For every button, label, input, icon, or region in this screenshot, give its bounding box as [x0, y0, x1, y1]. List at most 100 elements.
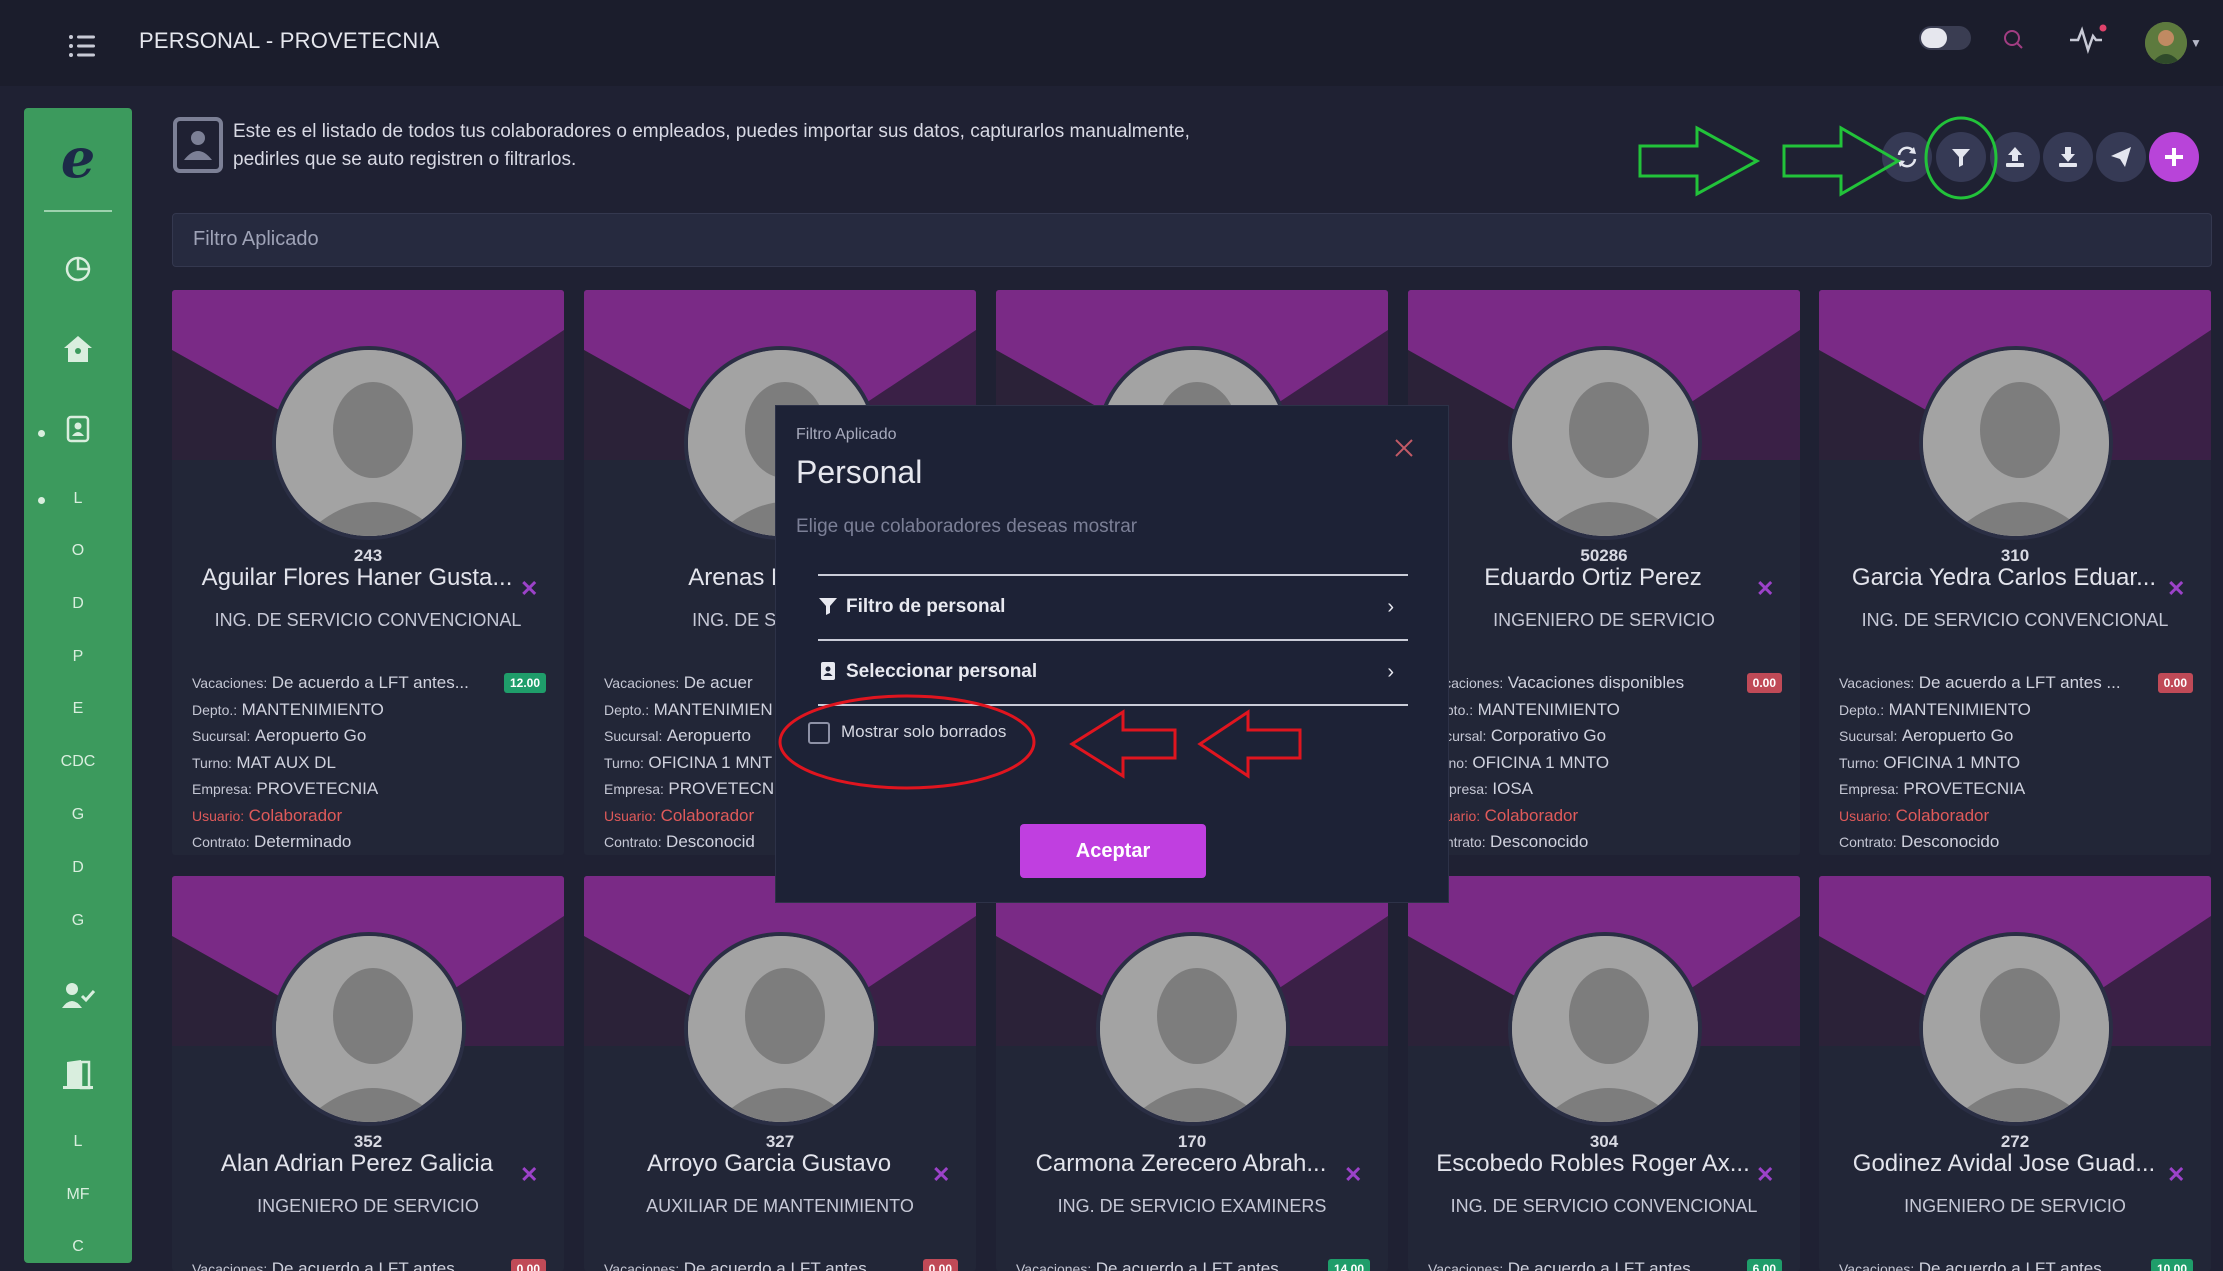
filter-button[interactable]	[1936, 132, 1986, 182]
detail-label: Contrato:	[192, 834, 250, 850]
employee-id: 272	[2000, 1132, 2030, 1151]
send-invite-button[interactable]	[2096, 132, 2146, 182]
modal-title: Personal	[796, 454, 923, 490]
close-icon[interactable]	[1392, 436, 1416, 460]
delete-x-icon[interactable]: ✕	[520, 576, 538, 602]
detail-label: Vacaciones:	[192, 1261, 268, 1271]
top-bar: PERSONAL - PROVETECNIA ▼	[0, 0, 2223, 86]
employee-role: ING. DE SERVICIO CONVENCIONAL	[1450, 1196, 1758, 1216]
show-deleted-checkbox[interactable]	[808, 722, 830, 744]
employee-details: Vacaciones: Vacaciones disponibles Depto.…	[1428, 670, 1780, 855]
detail-value: De acuerdo a LFT antes...	[271, 673, 469, 692]
user-avatar[interactable]	[2145, 22, 2187, 64]
employee-name[interactable]: Arroyo Garcia Gustavo	[604, 1150, 934, 1178]
employee-card[interactable]: 352 Alan Adrian Perez Galicia ✕ INGENIERO D…	[172, 876, 564, 1271]
modal-divider	[818, 574, 1408, 576]
detail-contrato: Contrato: Determinado	[192, 829, 544, 855]
sidebar-item-l2[interactable]: L	[24, 1133, 132, 1151]
search-icon[interactable]	[2000, 26, 2028, 54]
refresh-icon	[1897, 146, 1917, 168]
green-arrow-icon	[1638, 125, 1761, 197]
employee-name[interactable]: Garcia Yedra Carlos Eduar...	[1839, 564, 2169, 592]
description-line-2: pedirles que se auto registren o filtrar…	[233, 149, 577, 170]
employee-card[interactable]: 50286 Eduardo Ortiz Perez ✕ INGENIERO DE SE…	[1408, 290, 1800, 855]
detail-label: Vacaciones:	[1016, 1261, 1092, 1271]
employee-card[interactable]: 304 Escobedo Robles Roger Ax... ✕ ING. DE S…	[1408, 876, 1800, 1271]
accept-button[interactable]: Aceptar	[1020, 824, 1206, 878]
sidebar-item-g[interactable]: G	[24, 806, 132, 824]
applied-filter-bar[interactable]: Filtro Aplicado	[172, 213, 2212, 267]
green-arrow-icon	[1782, 125, 1901, 197]
detail-value: PROVETECNI	[668, 779, 779, 798]
menu-list-icon[interactable]	[62, 28, 102, 64]
employee-photo	[1508, 346, 1702, 540]
employee-name[interactable]: Aguilar Flores Haner Gusta...	[192, 564, 522, 592]
sidebar-item-mf[interactable]: MF	[24, 1186, 132, 1204]
sidebar-item-home[interactable]	[24, 334, 132, 369]
detail-label: Vacaciones:	[192, 675, 268, 691]
employee-card[interactable]: 170 Carmona Zerecero Abrah... ✕ ING. DE SER…	[996, 876, 1388, 1271]
detail-value: De acuerdo a LFT antes	[1507, 1259, 1691, 1271]
sidebar-item-l[interactable]: L	[24, 490, 132, 508]
sidebar-item-c[interactable]: C	[24, 1238, 132, 1256]
employee-role: ING. DE SERVICIO CONVENCIONAL	[214, 610, 522, 630]
theme-toggle[interactable]	[1919, 26, 1971, 50]
sidebar-item-user-check[interactable]	[24, 980, 132, 1015]
add-employee-button[interactable]	[2149, 132, 2199, 182]
detail-value: Corporativo Go	[1490, 726, 1607, 745]
employee-card[interactable]: 327 Arroyo Garcia Gustavo ✕ AUXILIAR DE MAN…	[584, 876, 976, 1271]
sidebar-item-d2[interactable]: D	[24, 859, 132, 877]
description-line-1: Este es el listado de todos tus colabora…	[233, 121, 1190, 142]
sidebar-item-g2[interactable]: G	[24, 912, 132, 930]
delete-x-icon[interactable]: ✕	[2167, 1162, 2185, 1188]
sidebar-item-contacts[interactable]	[24, 414, 132, 449]
sidebar-item-d[interactable]: D	[24, 595, 132, 613]
select-personnel-option[interactable]: Seleccionar personal ›	[818, 643, 1408, 703]
upload-icon	[2006, 147, 2024, 167]
detail-value: De acuerdo a LFT antes ...	[1918, 673, 2121, 692]
detail-value: MANTENIMIENTO	[1888, 699, 2031, 719]
employee-name[interactable]: Carmona Zerecero Abrah...	[1016, 1150, 1346, 1178]
delete-x-icon[interactable]: ✕	[2167, 576, 2185, 602]
vacation-balance-badge: 0.00	[922, 1259, 958, 1271]
detail-label: Vacaciones:	[604, 675, 680, 691]
detail-label: Turno:	[192, 754, 232, 771]
show-deleted-label: Mostrar solo borrados	[841, 722, 1007, 741]
detail-vacaciones: Vacaciones: De acuerdo a LFT antes	[604, 1256, 956, 1271]
activity-icon[interactable]	[2068, 22, 2108, 56]
download-button[interactable]	[2043, 132, 2093, 182]
chevron-down-icon[interactable]: ▼	[2190, 36, 2202, 50]
employee-card[interactable]: 310 Garcia Yedra Carlos Eduar... ✕ ING. DE …	[1819, 290, 2211, 855]
upload-button[interactable]	[1990, 132, 2040, 182]
delete-x-icon[interactable]: ✕	[520, 1162, 538, 1188]
employee-id: 170	[1177, 1132, 1207, 1151]
employee-name[interactable]: Alan Adrian Perez Galicia	[192, 1150, 522, 1178]
filter-icon	[819, 598, 837, 615]
sidebar-item-cdc[interactable]: CDC	[24, 753, 132, 771]
employee-name[interactable]: Eduardo Ortiz Perez	[1428, 564, 1758, 592]
employee-role: ING. DE SERVICIO EXAMINERS	[1057, 1196, 1327, 1216]
delete-x-icon[interactable]: ✕	[1756, 1162, 1774, 1188]
sidebar-item-o[interactable]: O	[24, 542, 132, 560]
employee-details: Vacaciones: De acuerdo a LFT antes	[604, 1256, 956, 1271]
employee-name[interactable]: Godinez Avidal Jose Guad...	[1839, 1150, 2169, 1178]
delete-x-icon[interactable]: ✕	[932, 1162, 950, 1188]
employee-card[interactable]: 243 Aguilar Flores Haner Gusta... ✕ ING. DE…	[172, 290, 564, 855]
refresh-button[interactable]	[1882, 132, 1932, 182]
employee-role: ING. DE SERVICIO CONVENCIONAL	[1861, 610, 2169, 630]
detail-value: MANTENIMIEN	[653, 699, 773, 719]
employee-card[interactable]: 272 Godinez Avidal Jose Guad... ✕ INGENIERO…	[1819, 876, 2211, 1271]
delete-x-icon[interactable]: ✕	[1756, 576, 1774, 602]
sidebar-item-e[interactable]: E	[24, 700, 132, 718]
sidebar-item-dashboard[interactable]	[24, 254, 132, 289]
detail-sucursal: Sucursal: Aeropuerto Go	[1839, 723, 2191, 750]
employee-name[interactable]: Escobedo Robles Roger Ax...	[1428, 1150, 1758, 1178]
sidebar-item-exit[interactable]	[24, 1058, 132, 1095]
detail-value: De acuerdo a LFT antes	[1918, 1259, 2102, 1271]
sidebar-item-p[interactable]: P	[24, 648, 132, 666]
employee-details: Vacaciones: De acuerdo a LFT antes	[1428, 1256, 1780, 1271]
personnel-filter-option[interactable]: Filtro de personal ›	[818, 578, 1408, 638]
delete-x-icon[interactable]: ✕	[1344, 1162, 1362, 1188]
app-logo[interactable]: e	[50, 130, 106, 186]
employee-id: 352	[353, 1132, 383, 1151]
